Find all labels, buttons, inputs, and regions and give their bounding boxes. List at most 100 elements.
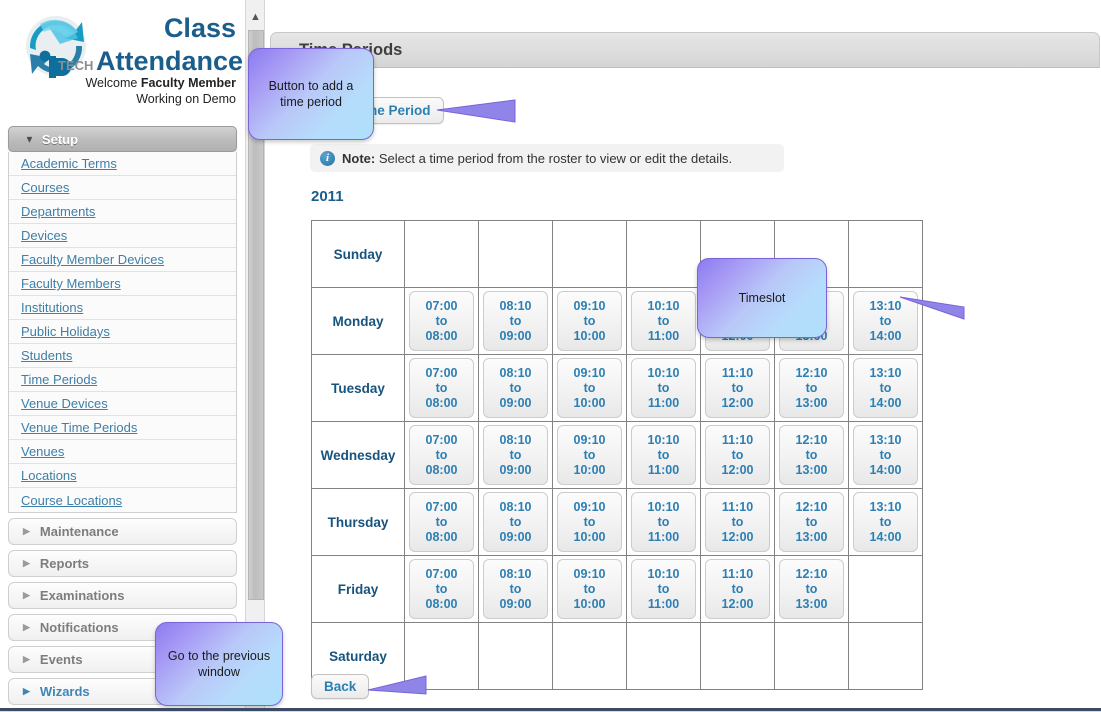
timeslot-button[interactable]: 09:10 to 10:00 — [557, 559, 622, 619]
timeslot-button[interactable]: 09:10 to 10:00 — [557, 291, 622, 351]
timeslot-button[interactable]: 11:10to12:00 — [705, 559, 770, 619]
sidebar-item-label[interactable]: Venues — [21, 444, 64, 459]
timeslot-button[interactable]: 10:10 to 11:00 — [631, 358, 696, 418]
sidebar-item-label[interactable]: Faculty Members — [21, 276, 121, 291]
timetable-cell[interactable]: 12:10to13:00 — [774, 555, 849, 623]
timeslot-button[interactable]: 10:10 to 11:00 — [631, 559, 696, 619]
sidebar-item-label[interactable]: Institutions — [21, 300, 83, 315]
timeslot-button[interactable]: 09:10 to 10:00 — [557, 425, 622, 485]
timeslot-button[interactable]: 13:10 to 14:00 — [853, 425, 918, 485]
timeslot-button[interactable]: 08:10 to 09:00 — [483, 492, 548, 552]
timetable-cell[interactable]: 10:10 to 11:00 — [626, 488, 701, 556]
sidebar-item-label[interactable]: Venue Time Periods — [21, 420, 137, 435]
timeslot-button[interactable]: 07:00 to 08:00 — [409, 425, 474, 485]
timetable-cell[interactable]: 12:10to13:00 — [774, 488, 849, 556]
timeslot-button[interactable]: 08:10 to 09:00 — [483, 291, 548, 351]
timeslot-button[interactable]: 12:10to13:00 — [779, 425, 844, 485]
sidebar-section-reports[interactable]: ▶ Reports — [8, 550, 237, 577]
timeslot-button[interactable]: 09:10 to 10:00 — [557, 492, 622, 552]
timetable-cell[interactable]: 10:10 to 11:00 — [626, 354, 701, 422]
timeslot-button[interactable]: 12:10to13:00 — [779, 358, 844, 418]
timetable-cell[interactable]: 09:10 to 10:00 — [552, 287, 627, 355]
sidebar-item-course-locations[interactable]: Course Locations — [9, 488, 236, 512]
timetable-cell[interactable]: 11:10to12:00 — [700, 488, 775, 556]
sidebar-item-venue-devices[interactable]: Venue Devices — [9, 392, 236, 416]
timeslot-button[interactable]: 07:00 to 08:00 — [409, 492, 474, 552]
sidebar-item-label[interactable]: Faculty Member Devices — [21, 252, 164, 267]
timetable-cell[interactable]: 08:10 to 09:00 — [478, 354, 553, 422]
sidebar-item-academic-terms[interactable]: Academic Terms — [9, 152, 236, 176]
timetable-cell[interactable]: 08:10 to 09:00 — [478, 555, 553, 623]
timeslot-button[interactable]: 13:10 to 14:00 — [853, 492, 918, 552]
timetable-cell[interactable]: 13:10 to 14:00 — [848, 488, 923, 556]
timeslot-button[interactable]: 11:10to12:00 — [705, 492, 770, 552]
timeslot-button[interactable]: 08:10 to 09:00 — [483, 358, 548, 418]
timeslot-button[interactable]: 10:10 to 11:00 — [631, 291, 696, 351]
timeslot-button[interactable]: 10:10 to 11:00 — [631, 425, 696, 485]
timeslot-end: 11:00 — [647, 596, 680, 611]
timetable-cell[interactable]: 10:10 to 11:00 — [626, 421, 701, 489]
timeslot-button[interactable]: 10:10 to 11:00 — [631, 492, 696, 552]
timeslot-button[interactable]: 09:10 to 10:00 — [557, 358, 622, 418]
sidebar-item-departments[interactable]: Departments — [9, 200, 236, 224]
timetable-cell[interactable]: 11:10to12:00 — [700, 421, 775, 489]
sidebar-section-maintenance[interactable]: ▶ Maintenance — [8, 518, 237, 545]
sidebar-item-devices[interactable]: Devices — [9, 224, 236, 248]
sidebar-item-label[interactable]: Locations — [21, 468, 77, 483]
back-button[interactable]: Back — [311, 674, 370, 699]
sidebar-item-public-holidays[interactable]: Public Holidays — [9, 320, 236, 344]
timetable-cell[interactable]: 08:10 to 09:00 — [478, 488, 553, 556]
sidebar-item-label[interactable]: Public Holidays — [21, 324, 110, 339]
timeslot-button[interactable]: 11:10to12:00 — [705, 358, 770, 418]
timetable-cell[interactable]: 10:10 to 11:00 — [626, 287, 701, 355]
timeslot-button[interactable]: 07:00 to 08:00 — [409, 358, 474, 418]
timetable-cell[interactable]: 07:00 to 08:00 — [404, 354, 479, 422]
sidebar-item-locations[interactable]: Locations — [9, 464, 236, 488]
timetable-cell[interactable]: 12:10to13:00 — [774, 421, 849, 489]
timetable-cell[interactable]: 13:10 to 14:00 — [848, 354, 923, 422]
timeslot-button[interactable]: 12:10to13:00 — [779, 492, 844, 552]
timeslot-button[interactable]: 08:10 to 09:00 — [483, 559, 548, 619]
timetable-cell[interactable]: 13:10 to 14:00 — [848, 421, 923, 489]
timetable-cell[interactable]: 07:00 to 08:00 — [404, 421, 479, 489]
timetable-cell[interactable]: 09:10 to 10:00 — [552, 488, 627, 556]
sidebar-section-setup[interactable]: ▼ Setup — [8, 126, 237, 152]
timeslot-button[interactable]: 12:10to13:00 — [779, 559, 844, 619]
chevron-up-icon[interactable]: ▲ — [246, 8, 265, 26]
timeslot-button[interactable]: 08:10 to 09:00 — [483, 425, 548, 485]
sidebar-item-label[interactable]: Courses — [21, 180, 69, 195]
timeslot-end: 08:00 — [425, 328, 458, 343]
sidebar-item-label[interactable]: Time Periods — [21, 372, 97, 387]
timeslot-button[interactable]: 11:10to12:00 — [705, 425, 770, 485]
timetable-cell[interactable]: 12:10to13:00 — [774, 354, 849, 422]
timetable-cell[interactable]: 07:00 to 08:00 — [404, 287, 479, 355]
timetable-cell[interactable]: 10:10 to 11:00 — [626, 555, 701, 623]
timeslot-button[interactable]: 07:00 to 08:00 — [409, 291, 474, 351]
sidebar-item-institutions[interactable]: Institutions — [9, 296, 236, 320]
timetable-cell[interactable]: 09:10 to 10:00 — [552, 354, 627, 422]
timetable-cell[interactable]: 08:10 to 09:00 — [478, 287, 553, 355]
sidebar-item-venue-time-periods[interactable]: Venue Time Periods — [9, 416, 236, 440]
sidebar-item-students[interactable]: Students — [9, 344, 236, 368]
sidebar-item-time-periods[interactable]: Time Periods — [9, 368, 236, 392]
sidebar-item-label[interactable]: Venue Devices — [21, 396, 108, 411]
sidebar-item-label[interactable]: Academic Terms — [21, 156, 117, 171]
timetable-cell[interactable]: 08:10 to 09:00 — [478, 421, 553, 489]
timeslot-button[interactable]: 07:00 to 08:00 — [409, 559, 474, 619]
sidebar-item-faculty-members[interactable]: Faculty Members — [9, 272, 236, 296]
sidebar-item-faculty-member-devices[interactable]: Faculty Member Devices — [9, 248, 236, 272]
sidebar-item-venues[interactable]: Venues — [9, 440, 236, 464]
timeslot-button[interactable]: 13:10 to 14:00 — [853, 358, 918, 418]
timetable-cell[interactable]: 07:00 to 08:00 — [404, 488, 479, 556]
timetable-cell[interactable]: 11:10to12:00 — [700, 354, 775, 422]
timetable-cell[interactable]: 11:10to12:00 — [700, 555, 775, 623]
timetable-cell[interactable]: 09:10 to 10:00 — [552, 421, 627, 489]
timetable-cell[interactable]: 07:00 to 08:00 — [404, 555, 479, 623]
sidebar-item-label[interactable]: Devices — [21, 228, 67, 243]
sidebar-item-label[interactable]: Students — [21, 348, 72, 363]
sidebar-item-courses[interactable]: Courses — [9, 176, 236, 200]
sidebar-item-label[interactable]: Course Locations — [21, 493, 122, 508]
sidebar-item-label[interactable]: Departments — [21, 204, 95, 219]
timetable-cell[interactable]: 09:10 to 10:00 — [552, 555, 627, 623]
sidebar-section-examinations[interactable]: ▶ Examinations — [8, 582, 237, 609]
